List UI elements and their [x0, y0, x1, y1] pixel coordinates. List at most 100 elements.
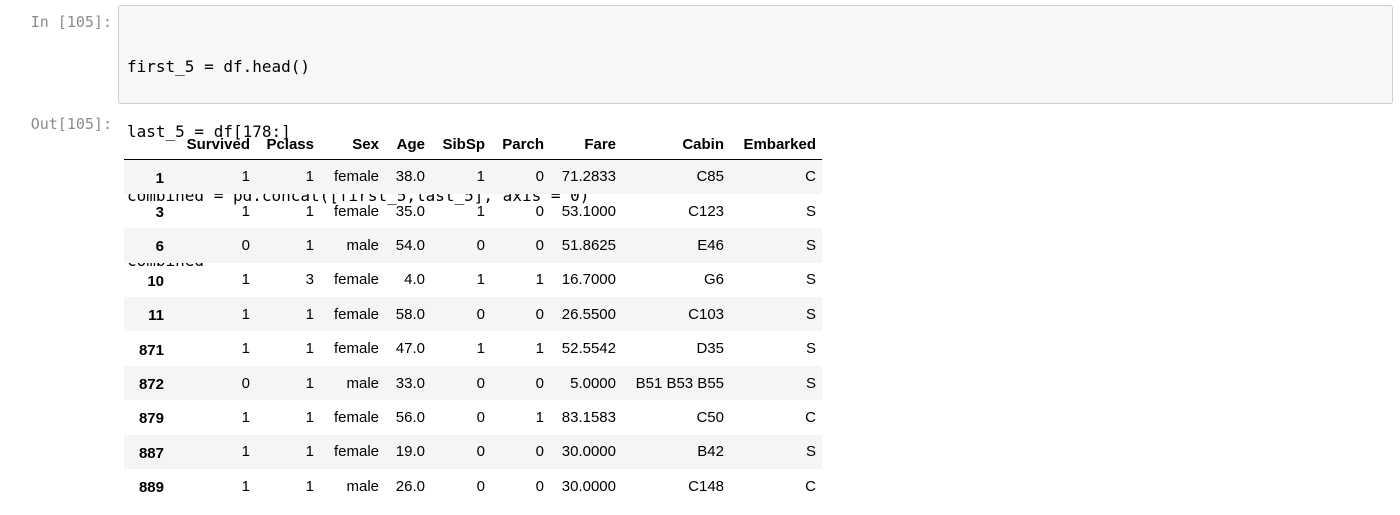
table-row: 11 1 1 female 58.0 0 0 26.5500 C103 S [124, 297, 822, 332]
cell-fare: 53.1000 [561, 202, 616, 220]
cell-embarked: C [805, 408, 816, 426]
table-row: 889 1 1 male 26.0 0 0 30.0000 C148 C [124, 469, 822, 503]
column-header-cabin: Cabin [622, 130, 730, 160]
table-row: 1 1 1 female 38.0 1 0 71.2833 C85 C [124, 159, 822, 194]
output-prompt: Out[105]: [30, 115, 112, 133]
cell-survived: 1 [241, 340, 250, 358]
cell-age: 38.0 [395, 168, 425, 186]
cell-pclass: 1 [305, 305, 314, 323]
cell-fare: 30.0000 [561, 477, 616, 495]
cell-cabin: C123 [688, 202, 724, 220]
cell-sex: female [333, 443, 379, 461]
cell-sex: female [333, 168, 379, 186]
row-index: 872 [138, 376, 164, 394]
cell-parch: 0 [535, 443, 544, 461]
cell-sex: female [333, 408, 379, 426]
cell-age: 47.0 [395, 340, 425, 358]
header-row: Survived Pclass Sex Age SibSp Parch Fare… [124, 130, 822, 160]
cell-sex: male [346, 477, 379, 495]
column-header-pclass: Pclass [256, 130, 320, 160]
cell-parch: 0 [535, 168, 544, 186]
table-row: 871 1 1 female 47.0 1 1 52.5542 D35 S [124, 331, 822, 365]
cell-cabin: C103 [688, 305, 724, 323]
row-index: 887 [138, 444, 164, 462]
table-header: Survived Pclass Sex Age SibSp Parch Fare… [124, 130, 822, 160]
row-index: 11 [148, 307, 164, 325]
cell-pclass: 3 [305, 271, 314, 289]
table-row: 887 1 1 female 19.0 0 0 30.0000 B42 S [124, 434, 822, 470]
cell-sibsp: 0 [476, 477, 485, 495]
cell-sex: male [346, 236, 379, 254]
cell-embarked: S [805, 271, 816, 289]
row-index: 3 [155, 204, 164, 222]
cell-parch: 1 [535, 340, 544, 358]
table-row: 6 0 1 male 54.0 0 0 51.8625 E46 S [124, 228, 822, 263]
cell-parch: 0 [535, 305, 544, 323]
row-index: 10 [147, 272, 164, 290]
cell-sibsp: 0 [476, 305, 485, 323]
cell-sex: female [333, 305, 379, 323]
cell-cabin: B51 B53 B55 [635, 374, 724, 392]
cell-pclass: 1 [305, 236, 314, 254]
cell-cabin: B42 [697, 443, 724, 461]
cell-sex: female [333, 271, 379, 289]
cell-pclass: 1 [305, 168, 314, 186]
cell-age: 26.0 [395, 477, 425, 495]
code-input-area[interactable]: first_5 = df.head() last_5 = df[178:] co… [118, 5, 1393, 270]
cell-fare: 30.0000 [561, 443, 616, 461]
table-row: 872 0 1 male 33.0 0 0 5.0000 B51 B53 B55… [124, 365, 822, 401]
cell-pclass: 1 [305, 477, 314, 495]
cell-sibsp: 1 [476, 168, 485, 186]
cell-parch: 0 [535, 477, 544, 495]
cell-fare: 83.1583 [561, 408, 616, 426]
cell-pclass: 1 [305, 408, 314, 426]
row-index: 879 [138, 410, 164, 428]
cell-cabin: D35 [696, 340, 724, 358]
cell-fare: 26.5500 [561, 305, 616, 323]
cell-fare: 51.8625 [561, 236, 616, 254]
cell-survived: 1 [241, 202, 250, 220]
cell-parch: 1 [535, 271, 544, 289]
cell-age: 4.0 [404, 271, 425, 289]
cell-survived: 1 [241, 408, 250, 426]
column-header-survived: Survived [170, 130, 256, 160]
cell-pclass: 1 [305, 374, 314, 392]
column-header-sex: Sex [320, 130, 385, 160]
cell-age: 19.0 [395, 443, 425, 461]
cell-cabin: E46 [697, 236, 724, 254]
input-prompt: In [105]: [30, 13, 112, 31]
cell-sibsp: 0 [476, 443, 485, 461]
dataframe-table: Survived Pclass Sex Age SibSp Parch Fare… [124, 130, 822, 503]
cell-embarked: S [805, 236, 816, 254]
cell-fare: 52.5542 [561, 340, 616, 358]
cell-embarked: C [805, 168, 816, 186]
cell-pclass: 1 [305, 340, 314, 358]
code-line: first_5 = df.head() [127, 57, 311, 76]
table-row: 10 1 3 female 4.0 1 1 16.7000 G6 S [124, 263, 822, 297]
cell-sibsp: 1 [476, 202, 485, 220]
cell-embarked: C [805, 477, 816, 495]
column-header-embarked: Embarked [730, 130, 822, 160]
cell-survived: 0 [241, 374, 250, 392]
cell-survived: 1 [241, 271, 250, 289]
cell-sibsp: 1 [476, 340, 485, 358]
column-header-age: Age [385, 130, 431, 160]
column-header-parch: Parch [491, 130, 550, 160]
cell-embarked: S [805, 305, 816, 323]
row-index: 6 [155, 238, 164, 256]
column-header-index [124, 130, 170, 160]
cell-embarked: S [805, 202, 816, 220]
row-index: 889 [138, 479, 164, 497]
table-body: 1 1 1 female 38.0 1 0 71.2833 C85 C 3 1 … [124, 159, 822, 504]
cell-age: 56.0 [395, 408, 425, 426]
cell-sibsp: 0 [476, 236, 485, 254]
cell-embarked: S [805, 374, 816, 392]
cell-age: 54.0 [395, 236, 425, 254]
cell-fare: 71.2833 [561, 168, 616, 186]
cell-survived: 0 [241, 236, 250, 254]
cell-embarked: S [805, 340, 816, 358]
cell-cabin: G6 [703, 271, 724, 289]
cell-parch: 0 [535, 374, 544, 392]
cell-age: 33.0 [395, 374, 425, 392]
cell-sibsp: 1 [476, 271, 485, 289]
